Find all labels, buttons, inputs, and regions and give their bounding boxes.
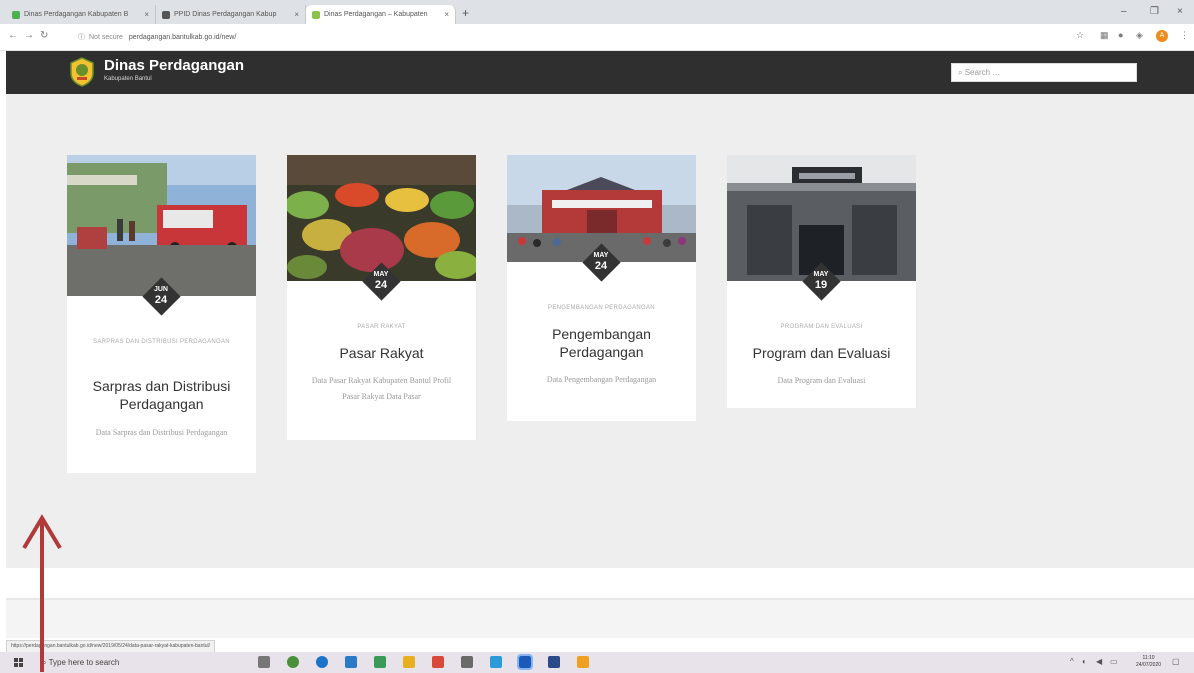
file-explorer-icon[interactable] (403, 656, 415, 668)
post-excerpt: Data Program dan Evaluasi (777, 376, 866, 385)
taskbar-clock[interactable]: 11:10 24/07/2020 (1136, 655, 1161, 669)
maximize-button[interactable]: ❐ (1150, 6, 1159, 17)
star-icon[interactable]: ☆ (1076, 30, 1084, 41)
browser-tab-1[interactable]: Dinas Perdagangan Kabupaten B × (6, 5, 156, 24)
tab-title: Dinas Perdagangan – Kabupaten (324, 11, 428, 18)
url-text[interactable]: perdagangan.bantulkab.go.id/new/ (129, 34, 236, 41)
favicon-icon (162, 10, 170, 19)
app-icon[interactable] (461, 656, 473, 668)
post-category[interactable]: PENGEMBANGAN PERDAGANGAN (517, 302, 686, 315)
network-icon[interactable]: ◐ (1082, 657, 1087, 666)
windows-start-icon[interactable] (14, 658, 24, 668)
post-excerpt: Data Pasar Rakyat Kabupaten Bantul Profi… (311, 376, 452, 401)
forward-icon[interactable]: → (24, 30, 34, 41)
badge-day: 24 (594, 260, 608, 272)
post-title[interactable]: Sarpras dan Distribusi Perdagangan (77, 377, 246, 413)
new-tab-button[interactable]: + (462, 6, 469, 20)
post-card[interactable]: MAY 19 PROGRAM DAN EVALUASI Program dan … (727, 155, 916, 408)
browser-tab-bar: Dinas Perdagangan Kabupaten B × PPID Din… (0, 0, 1194, 24)
close-tab-icon[interactable]: × (144, 10, 149, 19)
site-header: Dinas Perdagangan Kabupaten Bantul ⌕ Sea… (6, 51, 1194, 94)
menu-icon[interactable]: ⋮ (1180, 30, 1189, 41)
extension-icon[interactable]: ◈ (1136, 30, 1143, 41)
windows-taskbar: ⌕ Type here to search ^ ◐ ◀ ▭ 11:10 24/0… (0, 652, 1194, 673)
favicon-icon (12, 10, 20, 19)
post-card[interactable]: JUN 24 SARPRAS DAN DISTRIBUSI PERDAGANGA… (67, 155, 256, 473)
app-icon[interactable] (548, 656, 560, 668)
extension-icon[interactable]: ▦ (1100, 30, 1109, 41)
post-category[interactable]: PASAR RAKYAT (297, 321, 466, 334)
close-tab-icon[interactable]: × (444, 10, 449, 19)
taskbar-search-placeholder: Type here to search (48, 658, 120, 667)
chrome-icon[interactable] (287, 656, 299, 668)
posts-area: JUN 24 SARPRAS DAN DISTRIBUSI PERDAGANGA… (6, 94, 1194, 568)
post-title[interactable]: Pasar Rakyat (297, 344, 466, 362)
favicon-icon (312, 10, 320, 19)
tray-chevron-icon[interactable]: ^ (1070, 657, 1074, 666)
notification-icon[interactable]: ▢ (1172, 657, 1180, 666)
date-badge-text: JUN 24 (141, 285, 181, 306)
site-subtitle: Kabupaten Bantul (104, 76, 152, 82)
info-icon[interactable]: ⓘ (78, 32, 85, 42)
badge-day: 19 (814, 279, 828, 291)
app-icon[interactable] (432, 656, 444, 668)
post-excerpt: Data Pengembangan Perdagangan (546, 375, 657, 384)
post-category[interactable]: SARPRAS DAN DISTRIBUSI PERDAGANGAN (77, 336, 246, 349)
site-logo-icon[interactable] (69, 57, 95, 87)
date-badge-text: MAY 19 (801, 270, 841, 291)
search-input[interactable]: ⌕ Search … (951, 63, 1137, 82)
back-icon[interactable]: ← (8, 30, 18, 41)
app-icon[interactable] (345, 656, 357, 668)
browser-tab-2[interactable]: PPID Dinas Perdagangan Kabup × (156, 5, 306, 24)
browser-tab-3-active[interactable]: Dinas Perdagangan – Kabupaten × (306, 5, 456, 24)
clock-time: 11:10 (1142, 655, 1155, 661)
date-badge-text: MAY 24 (581, 251, 621, 272)
tab-title: Dinas Perdagangan Kabupaten B (24, 11, 129, 18)
edge-icon[interactable] (316, 656, 328, 668)
language-icon[interactable]: ▭ (1110, 657, 1118, 666)
url-bar[interactable]: ⓘ Not secure perdagangan.bantulkab.go.id… (78, 29, 1068, 45)
search-icon: ⌕ (958, 68, 965, 77)
post-title[interactable]: Pengembangan Perdagangan (517, 325, 686, 361)
post-category[interactable]: PROGRAM DAN EVALUASI (737, 321, 906, 334)
post-card[interactable]: MAY 24 PENGEMBANGAN PERDAGANGAN Pengemba… (507, 155, 696, 421)
post-excerpt: Data Sarpras dan Distribusi Perdagangan (95, 428, 228, 437)
badge-day: 24 (374, 279, 388, 291)
app-icon[interactable] (577, 656, 589, 668)
volume-icon[interactable]: ◀ (1096, 657, 1102, 666)
footer (6, 598, 1194, 638)
reload-icon[interactable]: ↻ (40, 30, 48, 41)
badge-day: 24 (154, 294, 168, 306)
clock-date: 24/07/2020 (1136, 662, 1162, 668)
app-icon[interactable] (517, 654, 533, 670)
profile-avatar[interactable]: A (1156, 30, 1168, 42)
footer-band (6, 568, 1194, 598)
site-title[interactable]: Dinas Perdagangan (104, 57, 244, 74)
security-label: Not secure (89, 33, 123, 41)
app-icon[interactable] (374, 656, 386, 668)
date-badge-text: MAY 24 (361, 270, 401, 291)
extension-icon[interactable]: ● (1118, 30, 1123, 40)
taskbar-search[interactable]: ⌕ Type here to search (42, 655, 119, 670)
post-thumbnail[interactable] (67, 155, 256, 296)
task-view-icon[interactable] (258, 656, 270, 668)
close-window-button[interactable]: × (1177, 6, 1183, 17)
address-bar-row: ← → ↻ ⓘ Not secure perdagangan.bantulkab… (0, 24, 1194, 51)
close-tab-icon[interactable]: × (294, 10, 299, 19)
tab-title: PPID Dinas Perdagangan Kabup (174, 11, 277, 18)
app-icon[interactable] (490, 656, 502, 668)
minimize-button[interactable]: – (1121, 6, 1127, 17)
post-title[interactable]: Program dan Evaluasi (737, 344, 906, 362)
search-placeholder: Search … (964, 68, 1001, 77)
post-card[interactable]: MAY 24 PASAR RAKYAT Pasar Rakyat Data Pa… (287, 155, 476, 440)
